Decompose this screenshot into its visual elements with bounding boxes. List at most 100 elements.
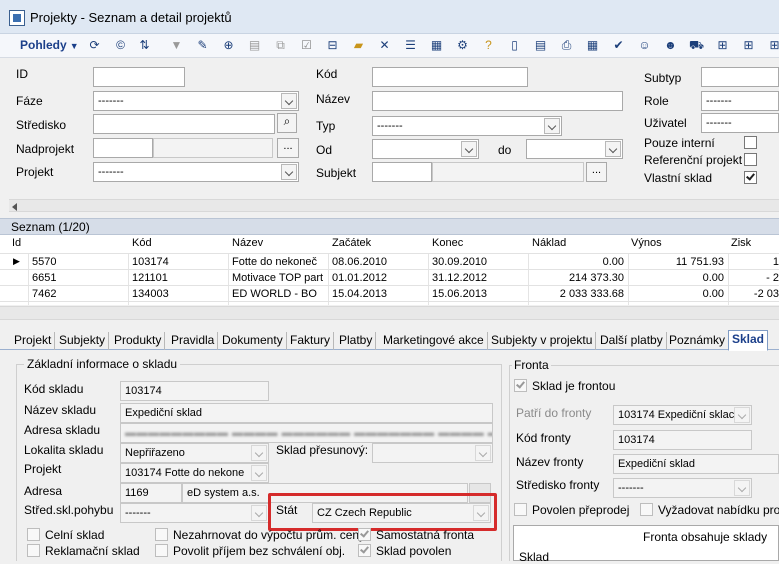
help-icon[interactable]: ? bbox=[480, 37, 497, 54]
table-row[interactable]: 7462 134003 ED WORLD - BO 15.04.2013 15.… bbox=[0, 285, 779, 301]
pouze-interni-checkbox[interactable] bbox=[744, 136, 757, 149]
column-header[interactable]: Název bbox=[232, 237, 263, 249]
nazev-field[interactable] bbox=[372, 91, 623, 111]
kod-fronty-field[interactable]: 103174 bbox=[613, 430, 752, 450]
duplicate-icon[interactable]: ⧉ bbox=[272, 37, 289, 54]
list-icon[interactable]: ☰ bbox=[402, 37, 419, 54]
tab-poznamky[interactable]: Poznámky bbox=[666, 332, 730, 350]
grid-horizontal-scrollbar[interactable] bbox=[0, 306, 779, 320]
lokalita-select[interactable]: Nepřiřazeno bbox=[120, 443, 269, 463]
cart-remove-icon[interactable]: ⊞ bbox=[766, 37, 779, 54]
sklad-column-header[interactable]: Sklad bbox=[519, 550, 549, 564]
presunovy-select[interactable] bbox=[372, 443, 493, 463]
stredisko-field[interactable] bbox=[93, 114, 275, 134]
tab-marketingove-akce[interactable]: Marketingové akce bbox=[380, 332, 488, 350]
patri-select[interactable]: 103174 Expediční sklac bbox=[613, 405, 752, 425]
copy-icon[interactable]: © bbox=[112, 37, 129, 54]
refresh-icon[interactable]: ⟳ bbox=[86, 37, 103, 54]
cart-add-icon[interactable]: ⊞ bbox=[740, 37, 757, 54]
do-date-select[interactable] bbox=[526, 139, 623, 159]
referencni-checkbox[interactable] bbox=[744, 153, 757, 166]
kod-skladu-field[interactable]: 103174 bbox=[120, 381, 269, 401]
samostatna-checkbox[interactable] bbox=[358, 528, 371, 541]
kod-field[interactable] bbox=[372, 67, 528, 87]
stredisko-fronty-select[interactable]: ------- bbox=[613, 478, 752, 498]
uzivatel-select[interactable]: ------- bbox=[701, 113, 779, 133]
subjekt-field[interactable] bbox=[372, 162, 432, 182]
id-field[interactable] bbox=[93, 67, 185, 87]
column-header[interactable]: Zisk bbox=[731, 237, 751, 249]
povolen-prevod-checkbox[interactable] bbox=[514, 503, 527, 516]
check-icon[interactable]: ✔ bbox=[610, 37, 627, 54]
folder-icon[interactable]: ▰ bbox=[350, 37, 367, 54]
fronta-sklady-list[interactable]: Fronta obsahuje sklady Sklad bbox=[513, 525, 779, 564]
save-icon[interactable]: ⊟ bbox=[324, 37, 341, 54]
je-frontou-checkbox[interactable] bbox=[514, 379, 527, 392]
subjekt-browse-button[interactable]: ... bbox=[586, 162, 607, 182]
grid-icon[interactable]: ▦ bbox=[584, 37, 601, 54]
table-row-partial[interactable] bbox=[0, 301, 779, 305]
table-icon[interactable]: ▦ bbox=[428, 37, 445, 54]
tab-pravidla[interactable]: Pravidla bbox=[168, 332, 219, 350]
edit-icon[interactable]: ✎ bbox=[194, 37, 211, 54]
import-icon[interactable]: ▤ bbox=[246, 37, 263, 54]
vyzadovat-checkbox[interactable] bbox=[640, 503, 653, 516]
report-icon[interactable]: ▤ bbox=[532, 37, 549, 54]
projekt-select[interactable]: ------- bbox=[93, 162, 299, 182]
column-header[interactable]: Náklad bbox=[532, 237, 566, 249]
print-icon[interactable]: ⎙ bbox=[558, 37, 575, 54]
delete-icon[interactable]: ✕ bbox=[376, 37, 393, 54]
faze-select[interactable]: ------- bbox=[93, 91, 299, 111]
adresa-id-field[interactable]: 1169 bbox=[120, 483, 182, 503]
sort-icon[interactable]: ⇅ bbox=[136, 37, 153, 54]
projekt-sklad-select[interactable]: 103174 Fotte do nekone bbox=[120, 463, 269, 483]
povolit-checkbox[interactable] bbox=[155, 544, 168, 557]
povolen-checkbox[interactable] bbox=[358, 544, 371, 557]
column-header[interactable]: Výnos bbox=[631, 237, 662, 249]
column-header[interactable]: Id bbox=[12, 237, 21, 249]
tab-dokumenty[interactable]: Dokumenty bbox=[219, 332, 287, 350]
tab-projekt[interactable]: Projekt bbox=[11, 332, 56, 350]
tab-subjekty[interactable]: Subjekty bbox=[56, 332, 110, 350]
od-date-select[interactable] bbox=[372, 139, 479, 159]
stred-select[interactable]: ------- bbox=[120, 503, 269, 523]
filter-icon[interactable]: ▼ bbox=[168, 37, 185, 54]
fronta-obsahuje-label: Fronta obsahuje sklady bbox=[643, 530, 768, 544]
vlastni-sklad-checkbox[interactable] bbox=[744, 171, 757, 184]
views-menu[interactable]: Pohledy ▼ bbox=[20, 38, 79, 52]
new-record-icon[interactable]: ⊕ bbox=[220, 37, 237, 54]
user-card-icon[interactable]: ☺ bbox=[636, 37, 653, 54]
column-header[interactable]: Kód bbox=[132, 237, 152, 249]
tab-faktury[interactable]: Faktury bbox=[287, 332, 335, 350]
tab-sklad[interactable]: Sklad bbox=[728, 330, 769, 351]
approve-icon[interactable]: ☑ bbox=[298, 37, 315, 54]
subtyp-field[interactable] bbox=[701, 67, 779, 87]
tab-platby[interactable]: Platby bbox=[336, 332, 377, 350]
role-select[interactable]: ------- bbox=[701, 91, 779, 111]
truck-icon[interactable]: ⛟ bbox=[688, 37, 705, 54]
tab-produkty[interactable]: Produkty bbox=[111, 332, 166, 350]
tools-icon[interactable]: ⚙ bbox=[454, 37, 471, 54]
cart-icon[interactable]: ⊞ bbox=[714, 37, 731, 54]
adresa-skladu-field[interactable]: ▬▬▬▬▬▬▬▬▬ ▬▬▬▬ ▬▬▬▬▬▬ ▬▬▬▬▬▬▬ ▬▬▬▬ ▬▬▬▬▬ bbox=[120, 423, 493, 443]
filter-horizontal-scrollbar[interactable] bbox=[9, 199, 779, 212]
nazev-fronty-field[interactable]: Expediční sklad bbox=[613, 454, 779, 474]
users-icon[interactable]: ☻ bbox=[662, 37, 679, 54]
tab-dalsi-platby[interactable]: Další platby bbox=[597, 332, 667, 350]
nadprojekt-field[interactable] bbox=[93, 138, 153, 158]
nazev-skladu-field[interactable]: Expediční sklad bbox=[120, 403, 493, 423]
table-row[interactable]: ▶ 5570 103174 Fotte do nekoneč 08.06.201… bbox=[0, 253, 779, 269]
celni-checkbox[interactable] bbox=[27, 528, 40, 541]
nezahrnovat-checkbox[interactable] bbox=[155, 528, 168, 541]
stred-label: Střed.skl.pohybu bbox=[24, 503, 114, 517]
reklamacni-checkbox[interactable] bbox=[27, 544, 40, 557]
typ-select[interactable]: ------- bbox=[372, 116, 562, 136]
povolen-prevod-label: Povolen přeprodej bbox=[532, 503, 630, 517]
column-header[interactable]: Konec bbox=[432, 237, 463, 249]
table-row[interactable]: 6651 121101 Motivace TOP part 01.01.2012… bbox=[0, 269, 779, 285]
stredisko-search-button[interactable]: ⌕ bbox=[277, 113, 297, 133]
document-icon[interactable]: ▯ bbox=[506, 37, 523, 54]
column-header[interactable]: Začátek bbox=[332, 237, 371, 249]
nadprojekt-browse-button[interactable]: ... bbox=[277, 138, 299, 158]
tab-subjekty-v-projektu[interactable]: Subjekty v projektu bbox=[488, 332, 597, 350]
